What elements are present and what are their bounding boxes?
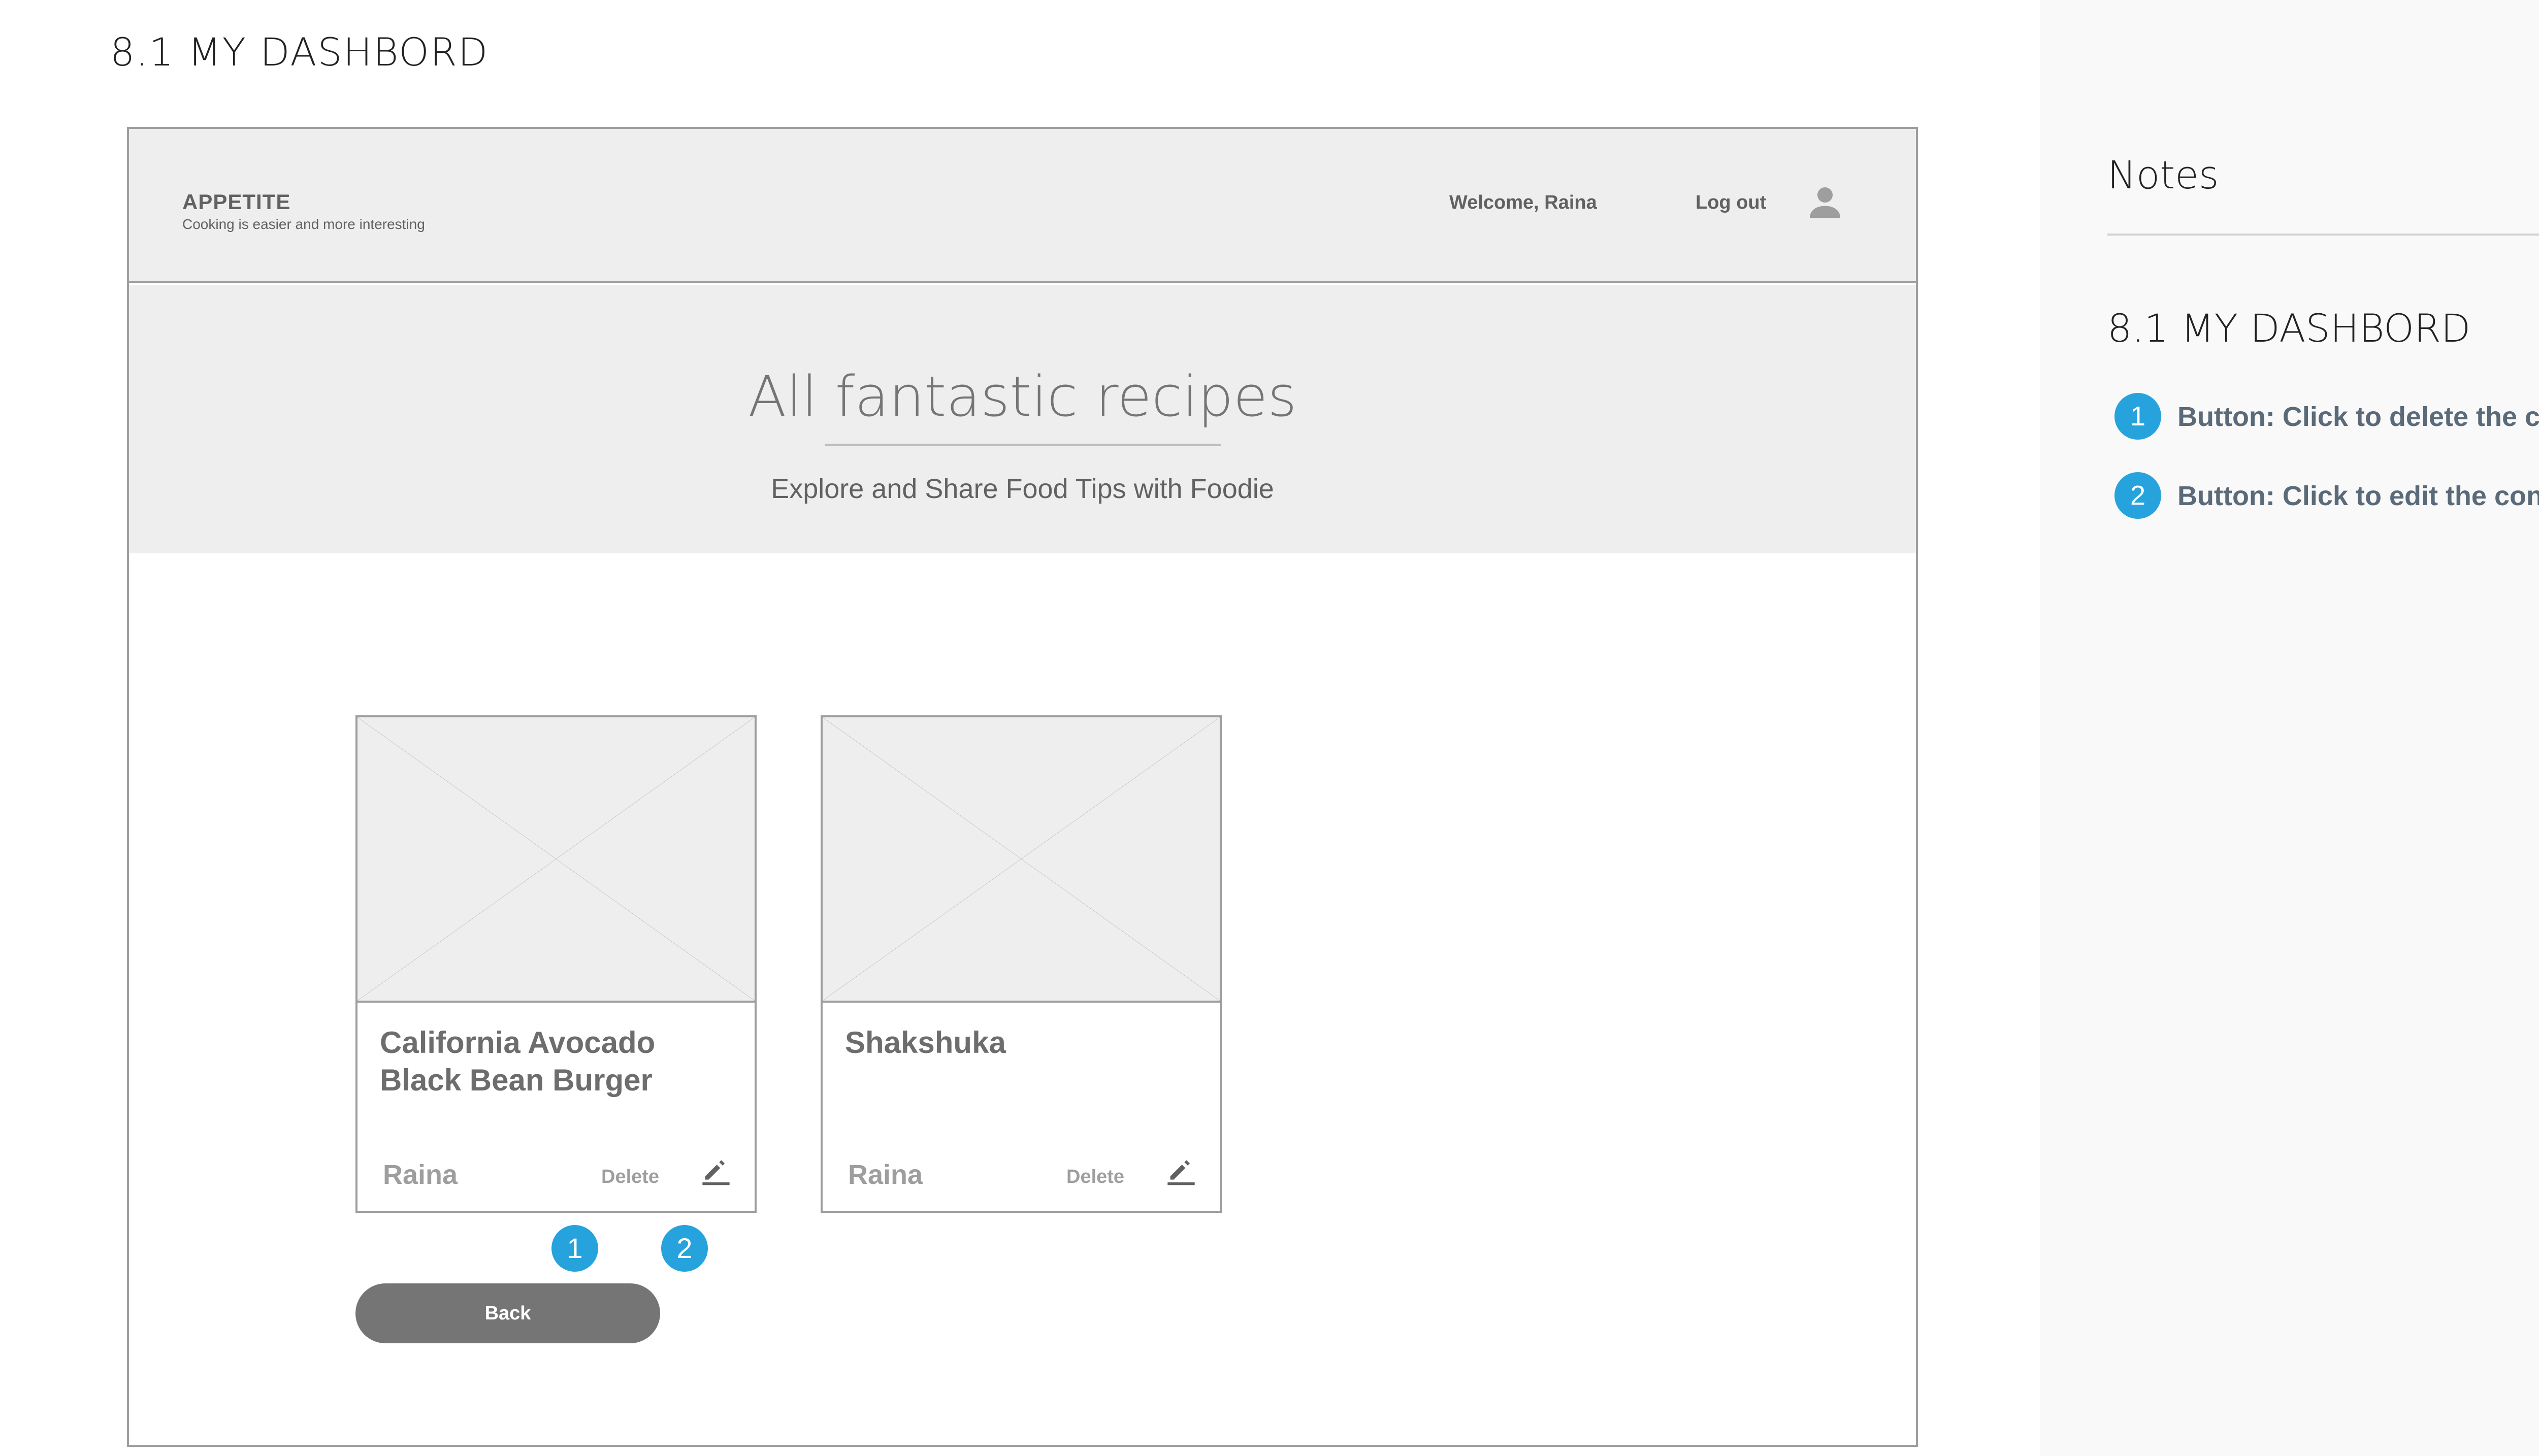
recipe-card[interactable]: California Avocado Black Bean Burger Rai… [355, 715, 757, 1272]
browser-frame: APPETITE Cooking is easier and more inte… [127, 127, 1918, 1447]
recipe-title[interactable]: California Avocado Black Bean Burger [380, 1024, 735, 1099]
hero-subtitle: Explore and Share Food Tips with Foodie [771, 474, 1274, 504]
recipe-author: Raina [383, 1160, 458, 1190]
logout-link[interactable]: Log out [1696, 192, 1766, 214]
logo[interactable]: APPETITE Cooking is easier and more inte… [182, 190, 425, 233]
recipe-card[interactable]: Shakshuka Raina Delete [821, 715, 1222, 1213]
annotation-marker-1: 1 [551, 1225, 598, 1272]
notes-panel: Notes 8.1 MY DASHBORD 1 Button: Click to… [2040, 0, 2539, 1456]
image-placeholder [357, 717, 755, 1003]
pencil-icon[interactable] [1165, 1154, 1197, 1186]
notes-divider [2107, 234, 2539, 236]
recipe-author: Raina [848, 1160, 923, 1190]
annotation-marker-2: 2 [661, 1225, 708, 1272]
note-text: Button: Click to edit the content [2177, 481, 2539, 511]
notes-section-title: 8.1 MY DASHBORD [2107, 306, 2471, 351]
delete-button[interactable]: Delete [1066, 1166, 1124, 1188]
page-heading: 8.1 MY DASHBORD [110, 29, 489, 75]
note-number-badge: 1 [2114, 393, 2161, 440]
user-icon[interactable] [1805, 182, 1845, 223]
delete-button[interactable]: Delete [601, 1166, 659, 1188]
pencil-icon[interactable] [700, 1154, 732, 1186]
logo-title: APPETITE [182, 190, 291, 214]
top-navbar: APPETITE Cooking is easier and more inte… [129, 129, 1916, 283]
welcome-text: Welcome, Raina [1449, 192, 1597, 213]
image-placeholder [823, 717, 1220, 1003]
hero-banner: All fantastic recipes Explore and Share … [129, 285, 1916, 553]
wireframe-canvas: 8.1 MY DASHBORD APPETITE Cooking is easi… [0, 0, 2539, 1456]
note-number-badge: 2 [2114, 472, 2161, 519]
notes-title: Notes [2107, 152, 2219, 197]
logo-subtitle: Cooking is easier and more interesting [182, 216, 425, 232]
back-button[interactable]: Back [355, 1283, 660, 1343]
hero-divider [825, 444, 1221, 446]
recipe-title[interactable]: Shakshuka [845, 1024, 1200, 1062]
hero-title: All fantastic recipes [748, 364, 1297, 429]
note-text: Button: Click to delete the content [2177, 402, 2539, 432]
